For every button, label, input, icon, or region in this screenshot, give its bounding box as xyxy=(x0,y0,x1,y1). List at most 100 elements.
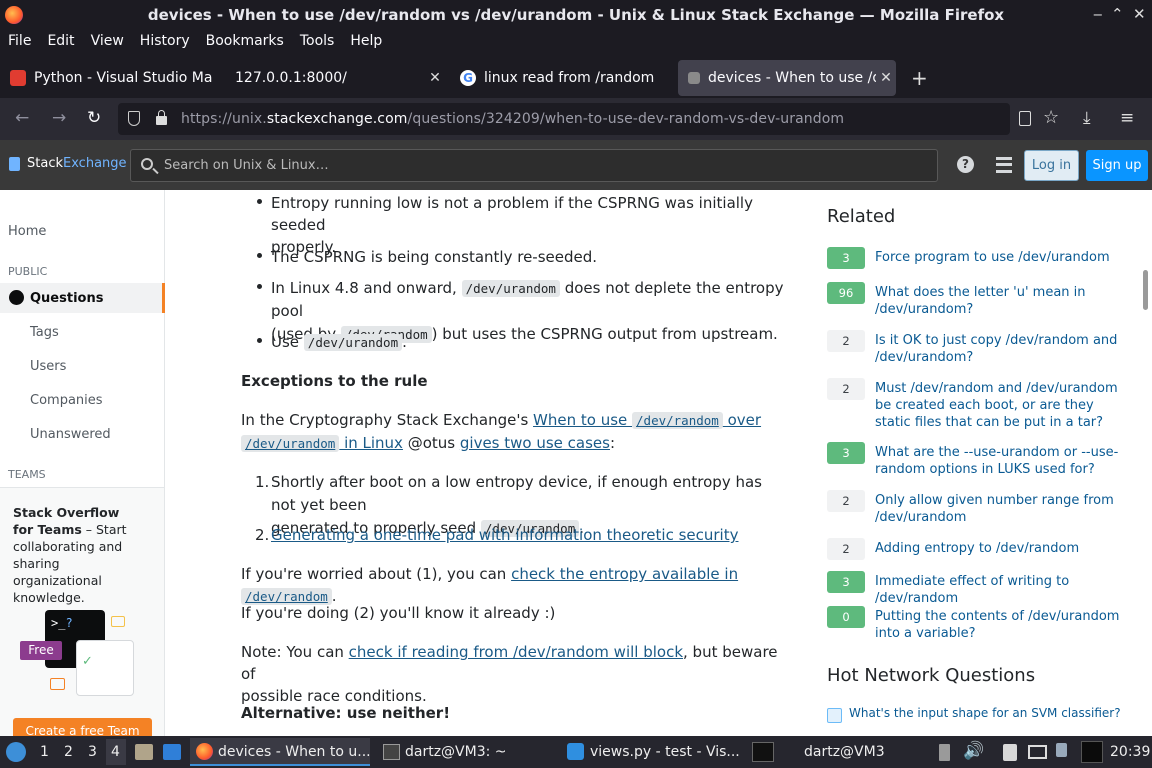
tab-localhost[interactable]: 127.0.0.1:8000/ ✕ xyxy=(225,60,445,96)
search-placeholder: Search on Unix & Linux… xyxy=(164,158,329,173)
bullet-text: Use xyxy=(271,333,304,351)
related-link[interactable]: Immediate effect of writing to /dev/rand… xyxy=(875,573,1130,607)
paragraph: In the Cryptography Stack Exchange's Whe… xyxy=(241,409,791,455)
tab-stackexchange[interactable]: devices - When to use /de ✕ xyxy=(678,60,896,96)
related-link[interactable]: Force program to use /dev/urandom xyxy=(875,249,1130,266)
related-link[interactable]: Only allow given number range from /dev/… xyxy=(875,492,1130,526)
teams-promo: Stack Overflow for Teams – Start collabo… xyxy=(0,487,164,736)
nav-companies[interactable]: Companies xyxy=(30,393,103,408)
clock: 20:39 xyxy=(1110,744,1151,760)
window-titlebar: devices - When to use /dev/random vs /de… xyxy=(0,0,1152,30)
use-cases-link[interactable]: gives two use cases xyxy=(460,434,610,452)
google-icon: G xyxy=(460,70,476,86)
bookmark-star-icon[interactable]: ☆ xyxy=(1043,107,1059,128)
related-link[interactable]: Putting the contents of /dev/urandom int… xyxy=(875,608,1130,642)
taskbar-item-terminal-2[interactable]: dartz@VM3 xyxy=(804,744,885,760)
site-search-input[interactable]: Search on Unix & Linux… xyxy=(130,149,938,182)
new-tab-icon[interactable]: + xyxy=(911,66,928,90)
window-title: devices - When to use /dev/random vs /de… xyxy=(147,6,1005,24)
downloads-icon[interactable]: ⤓ xyxy=(1083,108,1091,128)
maximize-icon[interactable]: ⌃ xyxy=(1111,5,1124,23)
clipboard-icon[interactable] xyxy=(1003,744,1017,761)
related-link[interactable]: Is it OK to just copy /dev/random and /d… xyxy=(875,332,1130,366)
page-scrollbar[interactable] xyxy=(1140,190,1152,736)
taskbar-item-vscode[interactable]: views.py - test - Vis... xyxy=(590,744,740,760)
url-bar[interactable]: https://unix.stackexchange.com/questions… xyxy=(118,103,1059,135)
workspace-3[interactable]: 3 xyxy=(88,744,97,760)
taskbar-item-firefox[interactable]: devices - When to u... xyxy=(218,744,371,760)
display-icon[interactable] xyxy=(1028,745,1047,759)
nav-home[interactable]: Home xyxy=(8,224,46,239)
workspace-2[interactable]: 2 xyxy=(64,744,73,760)
list-number: 1. xyxy=(255,473,270,491)
tab-google[interactable]: G linux read from /random xyxy=(450,60,672,96)
workspace-4[interactable]: 4 xyxy=(111,744,120,760)
related-link[interactable]: What does the letter 'u' mean in /dev/ur… xyxy=(875,284,1130,318)
stackexchange-logo-icon xyxy=(9,157,20,171)
menu-file[interactable]: File xyxy=(8,30,31,49)
bullet-text: . xyxy=(402,333,407,351)
tab-label: linux read from /random xyxy=(484,70,655,86)
bullet-text: In Linux 4.8 and onward, xyxy=(271,279,462,297)
python-logo-icon xyxy=(10,70,26,86)
signup-button[interactable]: Sign up xyxy=(1086,150,1148,181)
nav-questions[interactable]: Questions xyxy=(30,291,103,306)
lock-shackle xyxy=(158,110,165,118)
menu-edit[interactable]: Edit xyxy=(47,30,74,49)
notification-icon[interactable] xyxy=(1056,743,1067,757)
related-link[interactable]: Must /dev/random and /dev/urandom be cre… xyxy=(875,380,1130,431)
login-button[interactable]: Log in xyxy=(1024,150,1079,181)
scrollbar-thumb[interactable] xyxy=(1143,270,1148,310)
paragraph-text: : xyxy=(609,434,616,452)
related-heading: Related xyxy=(827,206,896,227)
taskbar-item-terminal[interactable]: dartz@VM3: ~ xyxy=(405,744,507,760)
link-text: in Linux xyxy=(339,434,403,452)
nav-users[interactable]: Users xyxy=(30,359,66,374)
related-link[interactable]: Adding entropy to /dev/random xyxy=(875,540,1130,557)
minimize-icon[interactable]: ‒ xyxy=(1093,5,1103,23)
hamburger-menu-icon[interactable]: ≡ xyxy=(1120,108,1134,128)
desktop-icon[interactable] xyxy=(163,744,181,760)
related-link[interactable]: What are the --use-urandom or --use-rand… xyxy=(875,444,1130,478)
paragraph-text: If you're worried about (1), you can xyxy=(241,565,512,583)
files-icon[interactable] xyxy=(135,744,153,760)
related-score: 2 xyxy=(827,378,865,400)
help-icon[interactable]: ? xyxy=(957,156,974,173)
back-icon[interactable]: ← xyxy=(15,108,29,128)
menu-bookmarks[interactable]: Bookmarks xyxy=(206,30,284,49)
site-switcher-icon[interactable] xyxy=(996,157,1012,173)
checkmark-icon: ✓ xyxy=(82,654,93,669)
tab-label: devices - When to use /de xyxy=(708,70,876,86)
taskbar: 1 2 3 4 devices - When to u... dartz@VM3… xyxy=(0,736,1152,768)
one-time-pad-link[interactable]: Generating a one-time pad with informati… xyxy=(271,526,738,544)
create-team-button[interactable]: Create a free Team xyxy=(13,718,152,736)
terminal-icon xyxy=(383,744,400,760)
battery-icon[interactable] xyxy=(939,744,950,761)
workspace-1[interactable]: 1 xyxy=(40,744,49,760)
url-path: /questions/324209/when-to-use-dev-random… xyxy=(407,111,845,127)
related-score: 0 xyxy=(827,606,865,628)
forward-icon[interactable]: → xyxy=(52,108,66,128)
close-window-icon[interactable]: ✕ xyxy=(1133,5,1146,23)
close-tab-icon[interactable]: ✕ xyxy=(425,70,445,86)
menu-history[interactable]: History xyxy=(140,30,190,49)
start-menu-icon[interactable] xyxy=(6,742,26,762)
nav-tags[interactable]: Tags xyxy=(30,325,59,340)
related-score: 3 xyxy=(827,247,865,269)
url-text[interactable]: https://unix.stackexchange.com/questions… xyxy=(181,111,844,127)
shield-icon[interactable] xyxy=(128,111,140,126)
site-logo[interactable]: StackExchange xyxy=(27,156,127,171)
volume-icon[interactable]: 🔊 xyxy=(963,741,984,761)
free-badge: Free xyxy=(20,641,62,660)
tab-vscode[interactable]: Python - Visual Studio Ma xyxy=(0,60,222,96)
menu-help[interactable]: Help xyxy=(350,30,382,49)
hot-question-link[interactable]: What's the input shape for an SVM classi… xyxy=(849,706,1121,720)
reader-view-icon[interactable] xyxy=(1019,111,1031,126)
menu-view[interactable]: View xyxy=(91,30,124,49)
reload-icon[interactable]: ↻ xyxy=(87,108,101,128)
close-tab-icon[interactable]: ✕ xyxy=(876,70,896,86)
nav-unanswered[interactable]: Unanswered xyxy=(30,427,111,442)
paragraph: If you're doing (2) you'll know it alrea… xyxy=(241,604,556,622)
menu-tools[interactable]: Tools xyxy=(300,30,335,49)
check-block-link[interactable]: check if reading from /dev/random will b… xyxy=(349,643,683,661)
